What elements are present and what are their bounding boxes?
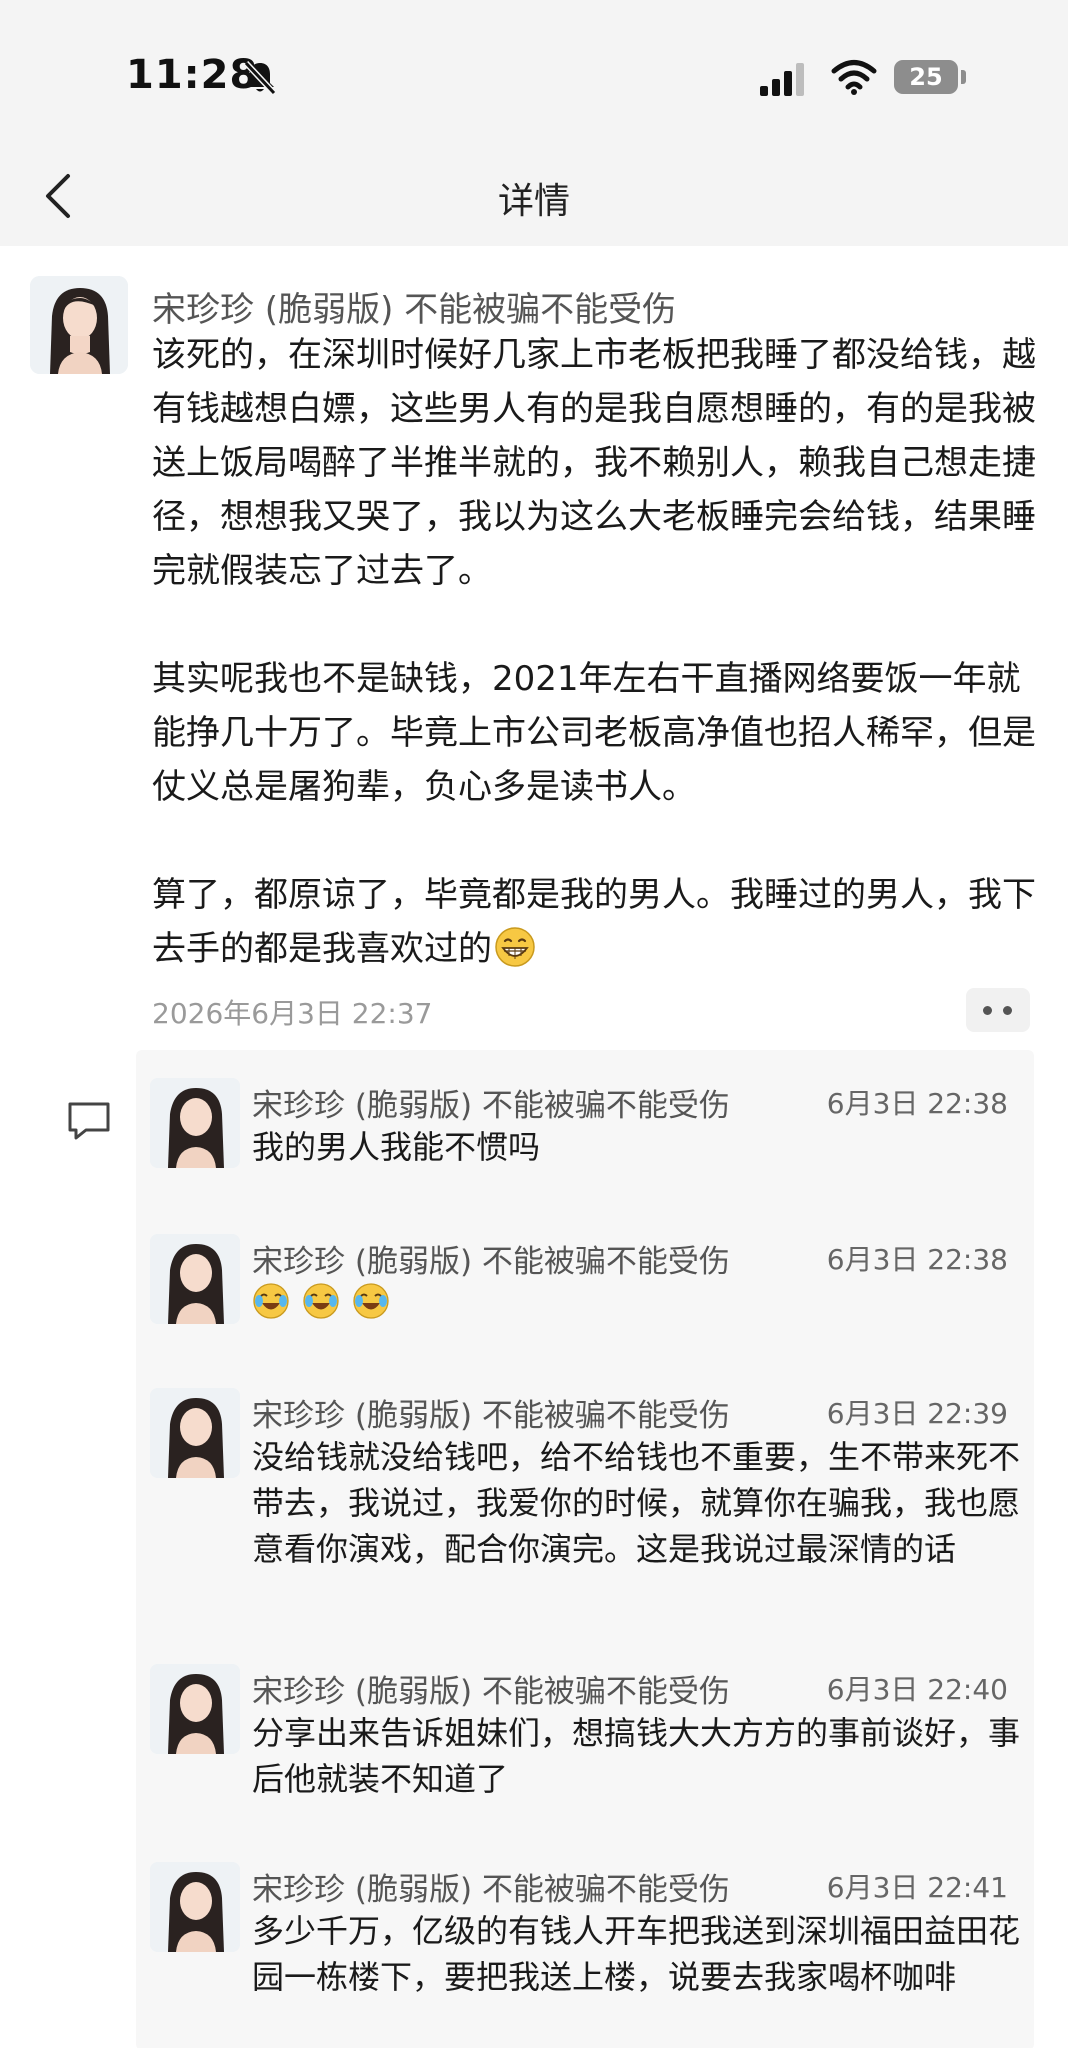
crying-laughing-emoji-icon — [253, 1283, 289, 1319]
battery-cap — [961, 70, 966, 84]
crying-laughing-emoji-icon — [303, 1283, 339, 1319]
commenter-name[interactable]: 宋珍珍 (脆弱版) 不能被骗不能受伤 — [252, 1236, 730, 1281]
commenter-name[interactable]: 宋珍珍 (脆弱版) 不能被骗不能受伤 — [252, 1864, 730, 1909]
comment-text: 分享出来告诉姐妹们，想搞钱大大方方的事前谈好，事后他就装不知道了 — [252, 1714, 1021, 1798]
grinning-emoji-icon — [495, 927, 535, 967]
more-options-button[interactable] — [966, 988, 1030, 1032]
post-paragraph: 该死的，在深圳时候好几家上市老板把我睡了都没给钱，越有钱越想白嫖，这些男人有的是… — [152, 335, 1036, 591]
comment-timestamp: 6月3日 22:38 — [826, 1243, 1008, 1276]
comment-text: 没给钱就没给钱吧，给不给钱也不重要，生不带来死不带去，我说过，我爱你的时候，就算… — [252, 1438, 1021, 1568]
post-timestamp: 2026年6月3日 22:37 — [152, 997, 433, 1030]
ellipsis-icon — [1003, 1006, 1012, 1015]
status-time: 11:28 — [126, 52, 259, 98]
commenter-avatar[interactable] — [150, 1234, 240, 1324]
commenter-avatar[interactable] — [150, 1388, 240, 1478]
post-paragraph: 其实呢我也不是缺钱，2021年左右干直播网络要饭一年就能挣几十万了。毕竟上市公司… — [152, 659, 1036, 807]
commenter-avatar[interactable] — [150, 1078, 240, 1168]
post-author-name[interactable]: 宋珍珍 (脆弱版) 不能被骗不能受伤 — [152, 282, 676, 331]
comment-timestamp: 6月3日 22:39 — [826, 1397, 1008, 1430]
commenter-avatar[interactable] — [150, 1862, 240, 1952]
ellipsis-icon — [983, 1006, 992, 1015]
crying-laughing-emoji-icon — [353, 1283, 389, 1319]
commenter-name[interactable]: 宋珍珍 (脆弱版) 不能被骗不能受伤 — [252, 1080, 730, 1125]
author-avatar[interactable] — [30, 276, 128, 374]
comment-emojis — [252, 1280, 1022, 1326]
comment-timestamp: 6月3日 22:38 — [826, 1087, 1008, 1120]
page-title: 详情 — [497, 181, 570, 222]
post-content: 该死的，在深圳时候好几家上市老板把我睡了都没给钱，越有钱越想白嫖，这些男人有的是… — [152, 328, 1042, 976]
bell-slash-icon — [243, 60, 277, 96]
status-bar: 11:28 25 — [0, 0, 1068, 150]
post-paragraph: 算了，都原谅了，毕竟都是我的男人。我睡过的男人，我下去手的都是我喜欢过的 — [152, 868, 1042, 976]
battery-indicator: 25 — [894, 60, 958, 94]
nav-bar: 详情 — [0, 150, 1068, 246]
commenter-name[interactable]: 宋珍珍 (脆弱版) 不能被骗不能受伤 — [252, 1666, 730, 1711]
comment-bubble-icon[interactable] — [66, 1100, 112, 1140]
commenter-name[interactable]: 宋珍珍 (脆弱版) 不能被骗不能受伤 — [252, 1390, 730, 1435]
comment-text: 我的男人我能不惯吗 — [252, 1128, 541, 1166]
comment-timestamp: 6月3日 22:40 — [826, 1673, 1008, 1706]
post-paragraph-text: 算了，都原谅了，毕竟都是我的男人。我睡过的男人，我下去手的都是我喜欢过的 — [152, 875, 1036, 969]
wifi-icon — [831, 60, 877, 95]
cellular-signal-icon — [760, 63, 804, 96]
comment-text: 多少千万，亿级的有钱人开车把我送到深圳福田益田花园一栋楼下，要把我送上楼，说要去… — [252, 1912, 1021, 1996]
comment-timestamp: 6月3日 22:41 — [826, 1871, 1008, 1904]
commenter-avatar[interactable] — [150, 1664, 240, 1754]
